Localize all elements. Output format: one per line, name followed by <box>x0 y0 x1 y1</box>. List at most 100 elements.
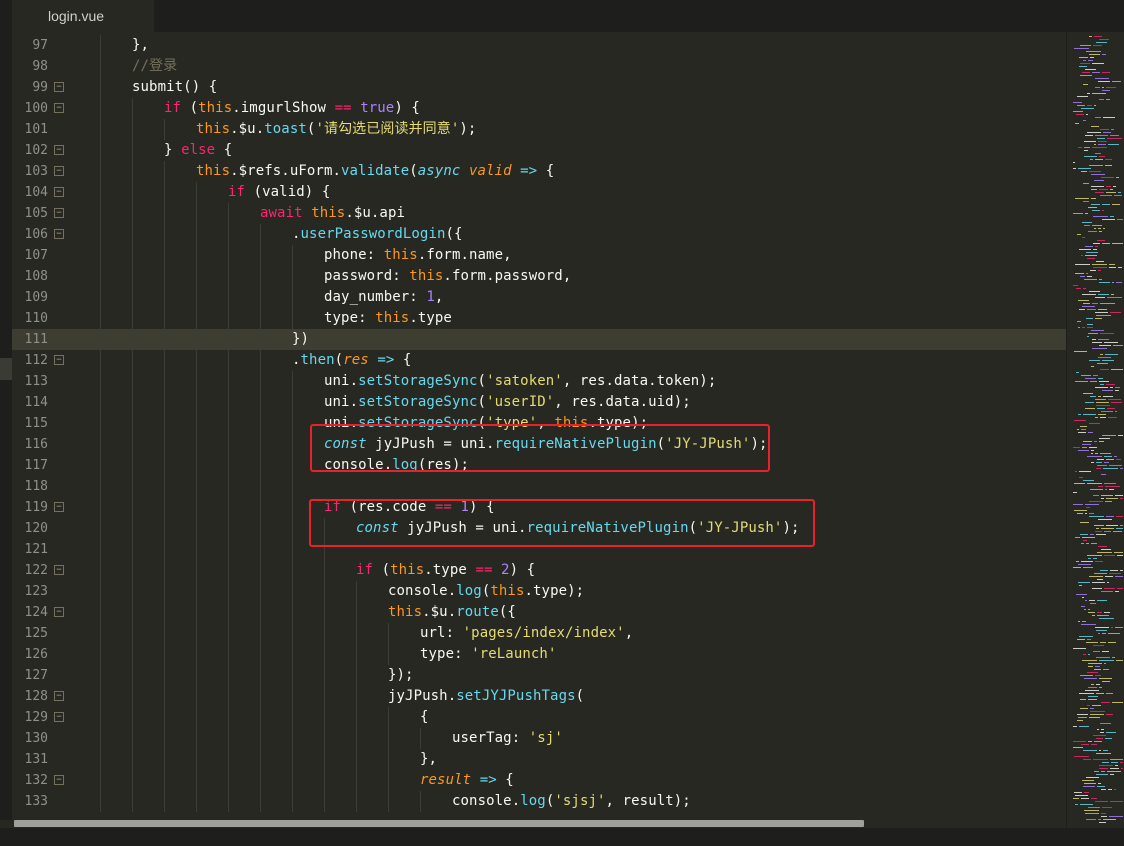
fold-toggle-icon[interactable]: − <box>54 775 64 785</box>
code-line[interactable]: 109 day_number: 1, <box>12 287 1066 308</box>
code-line[interactable]: 105− await this.$u.api <box>12 203 1066 224</box>
minimap-stroke <box>1107 297 1122 298</box>
code-line[interactable]: 133 console.log('sjsj', result); <box>12 791 1066 812</box>
indent-guide <box>164 308 165 329</box>
indent-guide <box>132 287 133 308</box>
highlight-box-2 <box>309 499 815 547</box>
minimap-stroke <box>1077 429 1079 430</box>
code-line[interactable]: 113 uni.setStorageSync('satoken', res.dat… <box>12 371 1066 392</box>
code-line[interactable]: 104− if (valid) { <box>12 182 1066 203</box>
indent-guide <box>132 539 133 560</box>
indent-guide <box>132 644 133 665</box>
minimap-stroke <box>1076 372 1079 373</box>
minimap-stroke <box>1105 576 1113 577</box>
horizontal-scrollbar[interactable] <box>12 820 1066 828</box>
minimap-stroke <box>1098 486 1103 487</box>
line-number: 119 <box>24 500 48 515</box>
code-text: submit() { <box>132 79 218 95</box>
minimap-stroke <box>1090 711 1105 712</box>
line-number: 97 <box>32 38 48 53</box>
code-line[interactable]: 125 url: 'pages/index/index', <box>12 623 1066 644</box>
fold-toggle-icon[interactable]: − <box>54 103 64 113</box>
fold-toggle-icon[interactable]: − <box>54 691 64 701</box>
indent-guide <box>132 623 133 644</box>
minimap-stroke <box>1101 813 1106 814</box>
code-line[interactable]: 110 type: this.type <box>12 308 1066 329</box>
code-line[interactable]: 122− if (this.type == 2) { <box>12 560 1066 581</box>
code-line[interactable]: 102−} else { <box>12 140 1066 161</box>
code-line[interactable]: 130 userTag: 'sj' <box>12 728 1066 749</box>
minimap-stroke <box>1096 753 1111 754</box>
code-line[interactable]: 131}, <box>12 749 1066 770</box>
minimap-stroke <box>1099 231 1102 232</box>
code-line[interactable]: 126 type: 'reLaunch' <box>12 644 1066 665</box>
minimap-stroke <box>1109 267 1116 268</box>
code-line[interactable]: 111}) <box>12 329 1066 350</box>
code-line[interactable]: 127}); <box>12 665 1066 686</box>
code-line[interactable]: 99− submit() { <box>12 77 1066 98</box>
indent-guide <box>356 581 357 602</box>
minimap-stroke <box>1115 390 1119 391</box>
minimap-stroke <box>1106 186 1111 187</box>
indent-guide <box>100 644 101 665</box>
fold-toggle-icon[interactable]: − <box>54 565 64 575</box>
minimap-stroke <box>1097 552 1112 553</box>
code-line[interactable]: 98 //登录 <box>12 56 1066 77</box>
minimap-stroke <box>1096 657 1110 658</box>
code-line[interactable]: 124− this.$u.route({ <box>12 602 1066 623</box>
minimap-stroke <box>1104 342 1118 343</box>
minimap-stroke <box>1085 813 1099 814</box>
fold-toggle-icon[interactable]: − <box>54 607 64 617</box>
highlight-box-1 <box>310 424 770 472</box>
minimap-stroke <box>1087 132 1101 133</box>
code-line[interactable]: 101 this.$u.toast('请勾选已阅读并同意'); <box>12 119 1066 140</box>
code-line[interactable]: 107 phone: this.form.name, <box>12 245 1066 266</box>
indent-guide <box>100 455 101 476</box>
indent-guide <box>292 392 293 413</box>
code-line[interactable]: 118 <box>12 476 1066 497</box>
fold-toggle-icon[interactable]: − <box>54 82 64 92</box>
minimap-stroke <box>1107 771 1121 772</box>
indent-guide <box>228 539 229 560</box>
code-line[interactable]: 108 password: this.form.password, <box>12 266 1066 287</box>
minimap-stroke <box>1098 144 1106 145</box>
minimap-stroke <box>1107 408 1115 409</box>
minimap-stroke <box>1073 492 1077 493</box>
minimap-stroke <box>1073 111 1083 112</box>
fold-toggle-icon[interactable]: − <box>54 145 64 155</box>
code-line[interactable]: 103− this.$refs.uForm.validate(async vali… <box>12 161 1066 182</box>
code-line[interactable]: 106− .userPasswordLogin({ <box>12 224 1066 245</box>
indent-guide <box>292 623 293 644</box>
indent-guide <box>196 497 197 518</box>
code-line[interactable]: 123 console.log(this.type); <box>12 581 1066 602</box>
minimap-stroke <box>1100 642 1106 643</box>
fold-toggle-icon[interactable]: − <box>54 229 64 239</box>
minimap[interactable] <box>1066 32 1124 828</box>
minimap-stroke <box>1098 633 1100 634</box>
indent-guide <box>228 791 229 812</box>
indent-guide <box>292 266 293 287</box>
minimap-stroke <box>1091 126 1099 127</box>
fold-toggle-icon[interactable]: − <box>54 187 64 197</box>
fold-toggle-icon[interactable]: − <box>54 355 64 365</box>
fold-toggle-icon[interactable]: − <box>54 502 64 512</box>
code-line[interactable]: 132− result => { <box>12 770 1066 791</box>
minimap-stroke <box>1096 261 1104 262</box>
code-line[interactable]: 129− { <box>12 707 1066 728</box>
code-line[interactable]: 100− if (this.imgurlShow == true) { <box>12 98 1066 119</box>
minimap-stroke <box>1093 735 1106 736</box>
fold-toggle-icon[interactable]: − <box>54 712 64 722</box>
fold-toggle-icon[interactable]: − <box>54 208 64 218</box>
indent-guide <box>356 749 357 770</box>
fold-toggle-icon[interactable]: − <box>54 166 64 176</box>
code-line[interactable]: 97}, <box>12 35 1066 56</box>
code-line[interactable]: 114 uni.setStorageSync('userID', res.data… <box>12 392 1066 413</box>
code-line[interactable]: 128− jyJPush.setJYJPushTags( <box>12 686 1066 707</box>
minimap-stroke <box>1097 138 1105 139</box>
indent-guide <box>100 308 101 329</box>
code-line[interactable]: 112− .then(res => { <box>12 350 1066 371</box>
indent-guide <box>196 707 197 728</box>
tab-login-vue[interactable]: login.vue <box>12 0 154 32</box>
minimap-stroke <box>1101 528 1114 529</box>
horizontal-scrollbar-thumb[interactable] <box>14 820 864 827</box>
